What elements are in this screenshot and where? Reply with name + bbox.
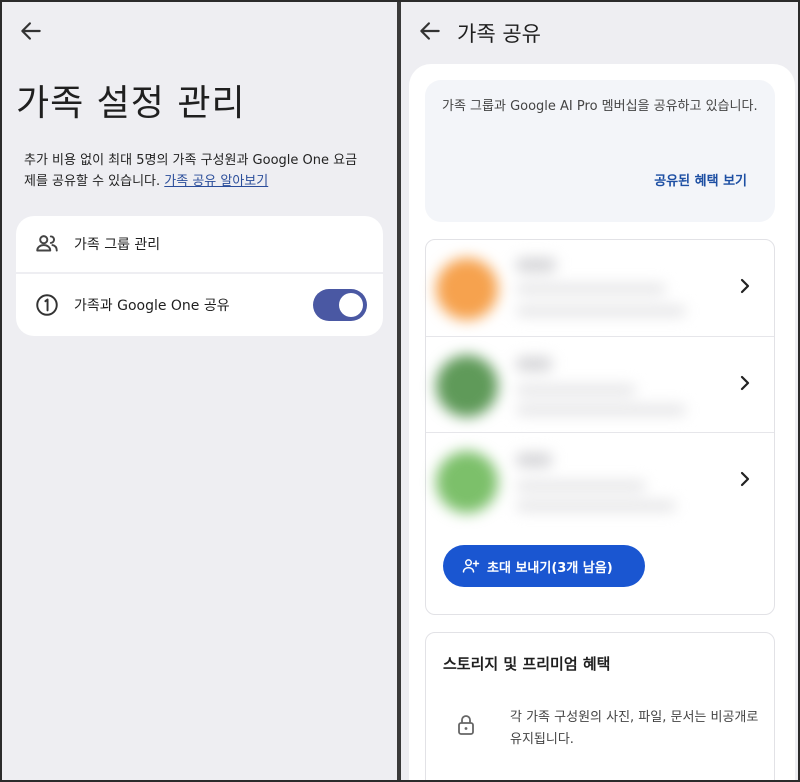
manage-family-group-label: 가족 그룹 관리 [74, 237, 161, 253]
manage-family-group-row[interactable]: 가족 그룹 관리 [16, 216, 383, 274]
people-icon [36, 235, 58, 252]
lock-icon [458, 715, 474, 735]
share-google-one-row[interactable]: 가족과 Google One 공유 [16, 276, 383, 334]
right-screen: 가족 공유 가족 그룹과 Google AI Pro 멤버십을 공유하고 있습니… [401, 0, 800, 782]
page-title: 가족 공유 [457, 22, 541, 46]
chevron-right-icon [740, 471, 750, 487]
avatar [436, 355, 498, 417]
back-arrow-icon[interactable] [18, 18, 44, 44]
chevron-right-icon [740, 375, 750, 391]
settings-card: 가족 그룹 관리 가족과 Google One 공유 [16, 216, 383, 336]
send-invite-label: 초대 보내기(3개 남음) [487, 561, 613, 576]
back-arrow-icon[interactable] [417, 18, 443, 44]
sharing-info-box: 가족 그룹과 Google AI Pro 멤버십을 공유하고 있습니다. 공유된… [425, 80, 775, 222]
add-person-icon [462, 559, 480, 573]
storage-benefits-title: 스토리지 및 프리미엄 혜택 [443, 655, 611, 673]
family-member-row[interactable] [426, 432, 774, 528]
chevron-right-icon [740, 278, 750, 294]
sharing-info-text: 가족 그룹과 Google AI Pro 멤버십을 공유하고 있습니다. [442, 99, 758, 114]
family-member-row[interactable] [426, 336, 774, 432]
page-title: 가족 설정 관리 [16, 83, 246, 124]
blurred-member-info [432, 443, 692, 519]
share-google-one-toggle[interactable] [313, 289, 367, 321]
family-member-row[interactable] [426, 240, 774, 336]
number-one-circle-icon [36, 294, 58, 316]
privacy-text: 각 가족 구성원의 사진, 파일, 문서는 비공개로 유지됩니다. [510, 710, 759, 747]
avatar [436, 451, 498, 513]
send-invite-button[interactable]: 초대 보내기(3개 남음) [443, 545, 645, 587]
storage-benefits-card: 스토리지 및 프리미엄 혜택 각 가족 구성원의 사진, 파일, 문서는 비공개… [425, 632, 775, 782]
page-description: 추가 비용 없이 최대 5명의 가족 구성원과 Google One 요금제를 … [24, 150, 364, 192]
family-members-card: 초대 보내기(3개 남음) [425, 239, 775, 615]
share-google-one-label: 가족과 Google One 공유 [74, 298, 230, 314]
blurred-member-info [432, 347, 692, 423]
toggle-knob [339, 293, 363, 317]
blurred-member-info [432, 250, 692, 326]
view-shared-benefits-link[interactable]: 공유된 혜택 보기 [654, 170, 747, 189]
left-screen: 가족 설정 관리 추가 비용 없이 최대 5명의 가족 구성원과 Google … [0, 0, 398, 782]
avatar [436, 258, 498, 320]
learn-family-sharing-link[interactable]: 가족 공유 알아보기 [164, 174, 268, 189]
